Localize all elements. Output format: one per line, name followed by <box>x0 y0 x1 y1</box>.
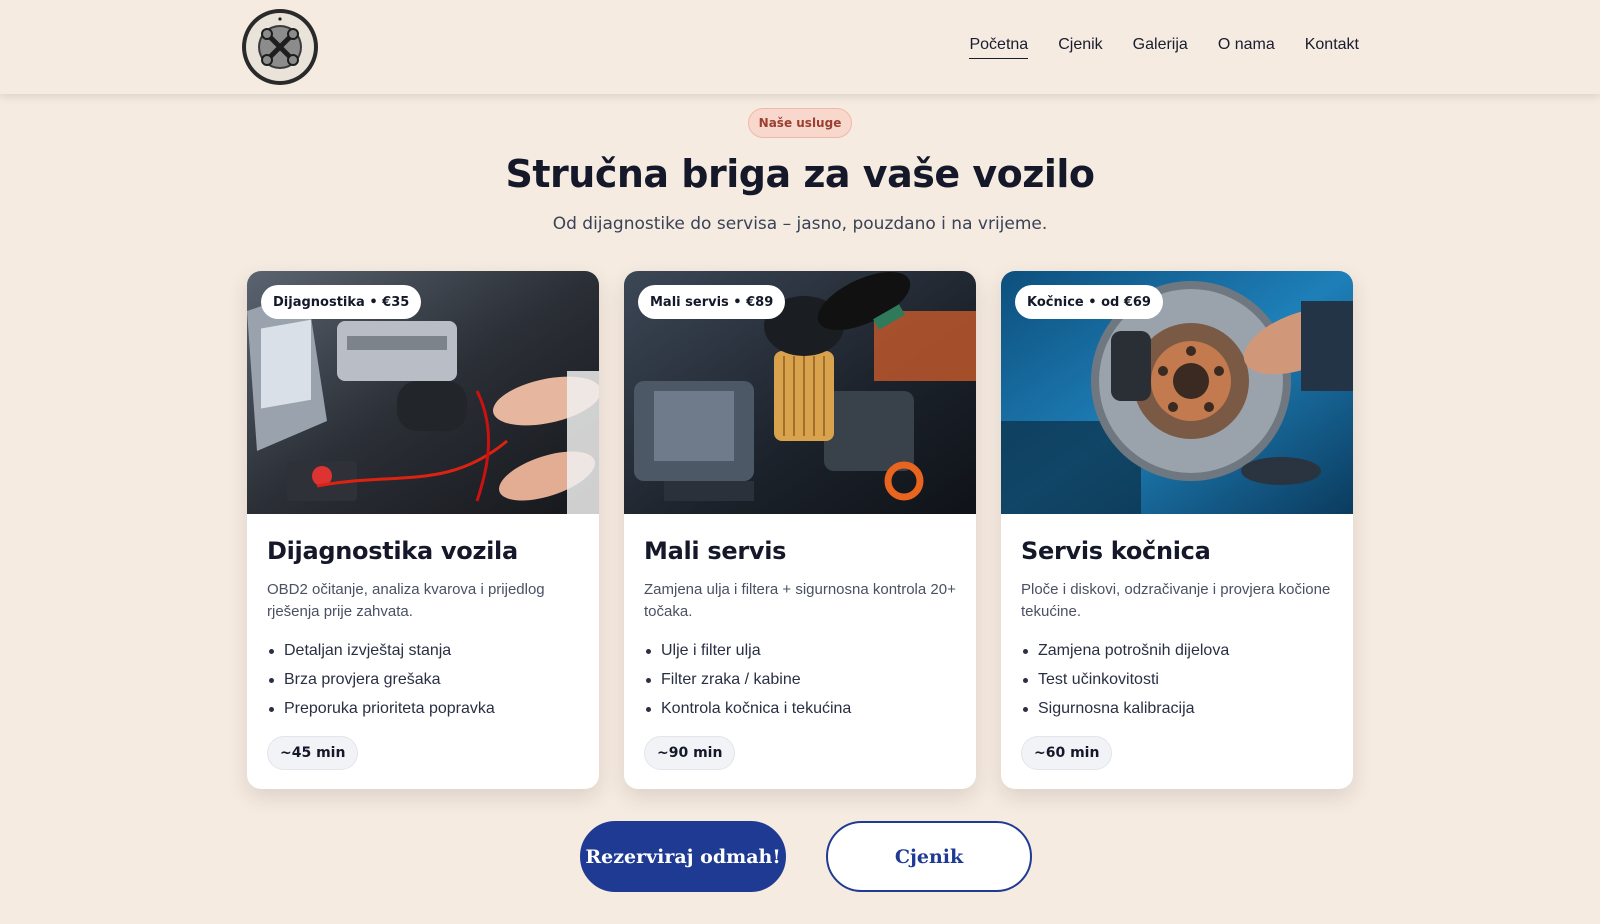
main-nav: Početna Cjenik Galerija O nama Kontakt <box>969 36 1359 59</box>
feature-item: Ulje i filter ulja <box>644 636 851 665</box>
feature-item: Filter zraka / kabine <box>644 665 851 694</box>
nav-link-o-nama[interactable]: O nama <box>1218 36 1275 59</box>
feature-list: Detaljan izvještaj stanja Brza provjera … <box>267 636 495 723</box>
service-card-minor-service[interactable]: Mali servis • €89 Mali servis Zamjena ul… <box>624 271 976 789</box>
feature-item: Zamjena potrošnih dijelova <box>1021 636 1229 665</box>
duration-badge: ~90 min <box>644 736 736 770</box>
duration-badge: ~60 min <box>1021 736 1113 770</box>
logo-badge-icon <box>242 9 318 85</box>
service-card-brakes[interactable]: Kočnice • od €69 Servis kočnica Ploče i … <box>1001 271 1353 789</box>
price-tag: Kočnice • od €69 <box>1015 285 1163 319</box>
card-description: OBD2 očitanje, analiza kvarova i prijedl… <box>267 581 545 620</box>
nav-link-cjenik[interactable]: Cjenik <box>1058 36 1102 59</box>
price-tag: Dijagnostika • €35 <box>261 285 422 319</box>
feature-item: Preporuka prioriteta popravka <box>267 694 495 723</box>
price-tag: Mali servis • €89 <box>638 285 786 319</box>
logo[interactable] <box>241 8 319 86</box>
feature-item: Sigurnosna kalibracija <box>1021 694 1229 723</box>
feature-item: Brza provjera grešaka <box>267 665 495 694</box>
feature-list: Ulje i filter ulja Filter zraka / kabine… <box>644 636 851 723</box>
page-subtitle: Od dijagnostike do servisa – jasno, pouz… <box>552 214 1048 234</box>
nav-link-pocetna[interactable]: Početna <box>969 36 1029 59</box>
price-list-button[interactable]: Cjenik <box>826 821 1032 892</box>
card-title: Servis kočnica <box>1021 537 1211 565</box>
site-header: Početna Cjenik Galerija O nama Kontakt <box>0 0 1600 94</box>
card-description: Zamjena ulja i filtera + sigurnosna kont… <box>644 581 956 620</box>
feature-list: Zamjena potrošnih dijelova Test učinkovi… <box>1021 636 1229 723</box>
card-description: Ploče i diskovi, odzračivanje i provjera… <box>1021 581 1331 620</box>
card-title: Dijagnostika vozila <box>267 537 518 565</box>
card-title: Mali servis <box>644 537 787 565</box>
page-title: Stručna briga za vaše vozilo <box>505 152 1096 196</box>
feature-item: Kontrola kočnica i tekućina <box>644 694 851 723</box>
nav-link-galerija[interactable]: Galerija <box>1133 36 1188 59</box>
feature-item: Detaljan izvještaj stanja <box>267 636 495 665</box>
feature-item: Test učinkovitosti <box>1021 665 1229 694</box>
book-now-button[interactable]: Rezerviraj odmah! <box>580 821 786 892</box>
section-badge: Naše usluge <box>748 108 852 138</box>
service-card-diagnostics[interactable]: Dijagnostika • €35 Dijagnostika vozila O… <box>247 271 599 789</box>
duration-badge: ~45 min <box>267 736 359 770</box>
nav-link-kontakt[interactable]: Kontakt <box>1305 36 1359 59</box>
